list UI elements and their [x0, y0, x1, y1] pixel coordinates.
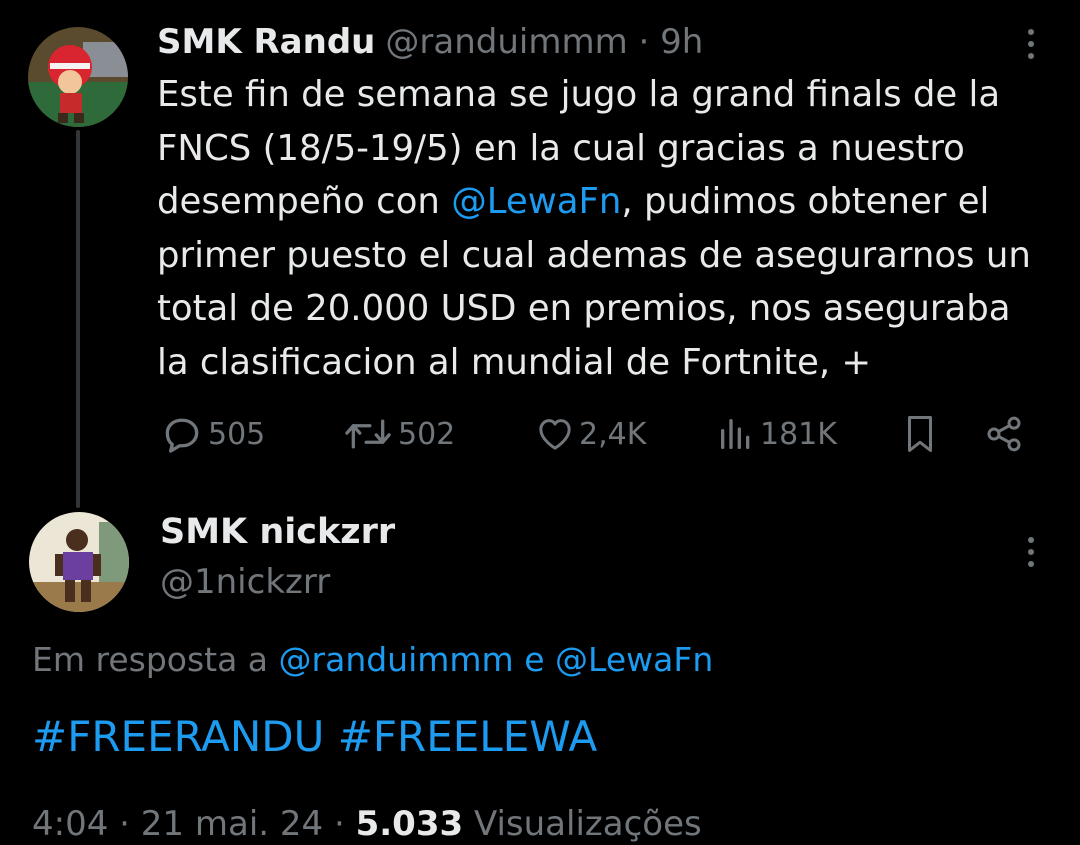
views-label: Visualizações [473, 804, 702, 844]
share-button[interactable] [984, 410, 1024, 458]
tweet-text-line: desempeño con @LewaFn, pudimos obtener e… [157, 175, 1057, 229]
tweet-date[interactable]: 21 mai. 24 [141, 804, 323, 844]
more-icon[interactable] [1016, 24, 1046, 64]
tweet-text-line: la clasificacion al mundial de Fortnite,… [157, 341, 872, 383]
reply-count: 505 [208, 416, 266, 452]
retweet-icon [345, 419, 391, 449]
author-handle[interactable]: @1nickzrr [160, 562, 330, 602]
reply-button[interactable]: 505 [160, 410, 265, 458]
bookmark-button[interactable] [902, 410, 938, 458]
like-button[interactable]: 2,4K [535, 410, 646, 458]
author-name[interactable]: SMK Randu [157, 22, 375, 62]
reply-prefix: Em resposta a [32, 640, 279, 679]
reply-icon [165, 418, 199, 453]
like-icon [539, 419, 571, 450]
views-total: 5.033 [355, 804, 464, 844]
tweet-text-segment: desempeño con [157, 181, 452, 222]
tweet-text-line: primer puesto el cual ademas de asegurar… [157, 234, 1031, 276]
more-icon[interactable] [1016, 532, 1046, 572]
tweet-text: Este fin de semana se jugo la grand fina… [157, 68, 1057, 389]
tweet-text-line: FNCS (18/5-19/5) en la cual gracias a nu… [157, 127, 965, 169]
tweet-header: SMK Randu @randuimmm · 9h [157, 18, 703, 66]
avatar-image [28, 27, 128, 127]
tweet-text-segment: , pudimos obtener el [621, 181, 990, 222]
avatar-image [29, 512, 129, 612]
mention-link[interactable]: @randuimmm [279, 640, 514, 679]
retweet-button[interactable]: 502 [342, 410, 455, 458]
like-count: 2,4K [579, 416, 647, 452]
retweet-count: 502 [398, 416, 456, 452]
author-name[interactable]: SMK nickzrr [160, 512, 395, 552]
mention-link[interactable]: @LewaFn [451, 181, 621, 222]
hashtag-link[interactable]: #FREERANDU [32, 712, 324, 761]
author-handle-time[interactable]: @randuimmm · 9h [385, 22, 703, 62]
tweet-metadata: 4:04 · 21 mai. 24 · 5.033 Visualizações [32, 804, 702, 844]
tweet-time[interactable]: 4:04 [32, 804, 108, 844]
tweet-text-line: Este fin de semana se jugo la grand fina… [157, 74, 1001, 115]
hashtag-link[interactable]: #FREELEWA [338, 712, 598, 761]
tweet-text-line: total de 20.000 USD en premios, nos aseg… [157, 288, 1011, 329]
views-count: 181K [760, 416, 837, 452]
avatar-smk-randu[interactable] [28, 27, 128, 127]
reply-conjunction: e [513, 640, 556, 679]
tweet-text: #FREERANDU #FREELEWA [32, 712, 597, 761]
share-icon [987, 416, 1021, 452]
thread-connector-line [76, 130, 80, 508]
views-button[interactable]: 181K [716, 410, 837, 458]
bookmark-icon [908, 416, 932, 452]
reply-context: Em resposta a @randuimmm e @LewaFn [32, 640, 713, 679]
views-icon [721, 419, 750, 449]
mention-link[interactable]: @LewaFn [555, 640, 713, 679]
avatar-smk-nickzrr[interactable] [29, 512, 129, 612]
